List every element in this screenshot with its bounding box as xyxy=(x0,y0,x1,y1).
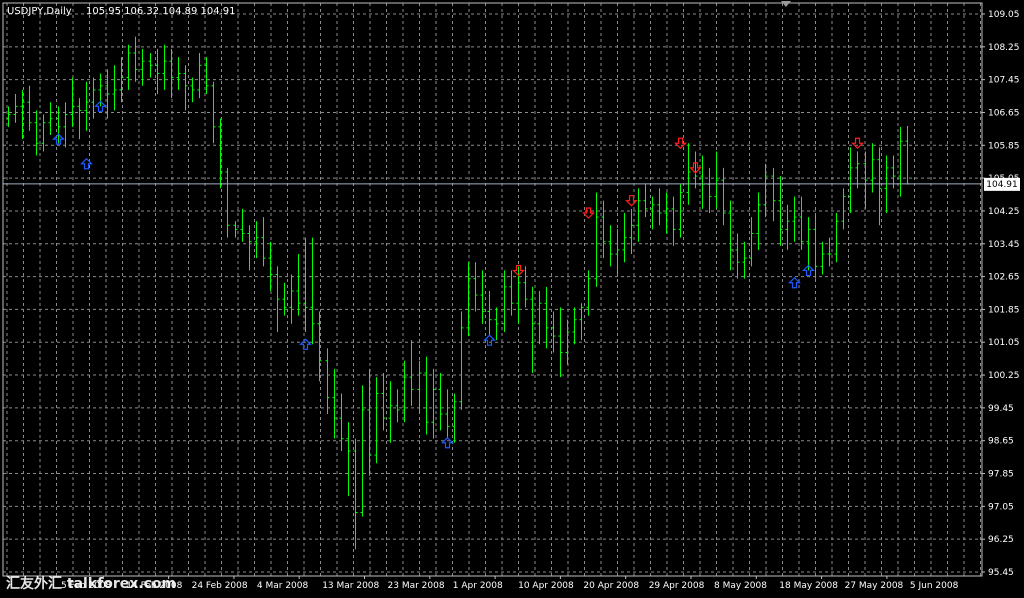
price-chart-window[interactable]: 109.05108.25107.45106.65105.85105.05104.… xyxy=(0,0,1024,594)
x-tick-label: 13 Mar 2008 xyxy=(322,581,379,591)
x-tick-label: 24 Feb 2008 xyxy=(192,581,248,591)
x-tick-label: 5 Jun 2008 xyxy=(910,581,959,591)
x-tick-label: 20 Apr 2008 xyxy=(583,581,639,591)
x-tick-label: 4 Mar 2008 xyxy=(257,581,309,591)
y-tick-label: 95.45 xyxy=(988,568,1014,578)
x-tick-label: 27 May 2008 xyxy=(845,581,904,591)
y-tick-label: 103.45 xyxy=(988,240,1020,250)
ohlc-label: 105.95 106.32 104.89 104.91 xyxy=(86,6,236,17)
y-tick-label: 102.65 xyxy=(988,273,1020,283)
y-tick-label: 104.25 xyxy=(988,207,1020,217)
current-price-tag: 104.91 xyxy=(984,177,1020,191)
x-tick-label: 8 May 2008 xyxy=(714,581,767,591)
watermark: 汇友外汇 talkforex.com xyxy=(6,575,176,592)
x-tick-label: 1 Apr 2008 xyxy=(453,581,503,591)
symbol-label: USDJPY,Daily xyxy=(7,6,72,17)
y-tick-label: 101.85 xyxy=(988,305,1020,315)
ohlc-chart[interactable]: 109.05108.25107.45106.65105.85105.05104.… xyxy=(0,0,1024,594)
y-tick-label: 97.85 xyxy=(988,470,1014,480)
y-tick-label: 108.25 xyxy=(988,43,1020,53)
x-tick-label: 18 May 2008 xyxy=(779,581,838,591)
y-tick-label: 97.05 xyxy=(988,502,1014,512)
x-tick-label: 10 Apr 2008 xyxy=(518,581,574,591)
y-tick-label: 106.65 xyxy=(988,108,1020,118)
y-tick-label: 96.25 xyxy=(988,535,1014,545)
current-price-label: 104.91 xyxy=(986,180,1018,190)
y-tick-label: 100.25 xyxy=(988,371,1020,381)
x-tick-label: 23 Mar 2008 xyxy=(388,581,445,591)
y-tick-label: 109.05 xyxy=(988,10,1020,20)
y-tick-label: 107.45 xyxy=(988,76,1020,86)
y-tick-label: 101.05 xyxy=(988,338,1020,348)
y-tick-label: 105.85 xyxy=(988,141,1020,151)
y-tick-label: 98.65 xyxy=(988,437,1014,447)
x-tick-label: 29 Apr 2008 xyxy=(649,581,705,591)
y-tick-label: 99.45 xyxy=(988,404,1014,414)
